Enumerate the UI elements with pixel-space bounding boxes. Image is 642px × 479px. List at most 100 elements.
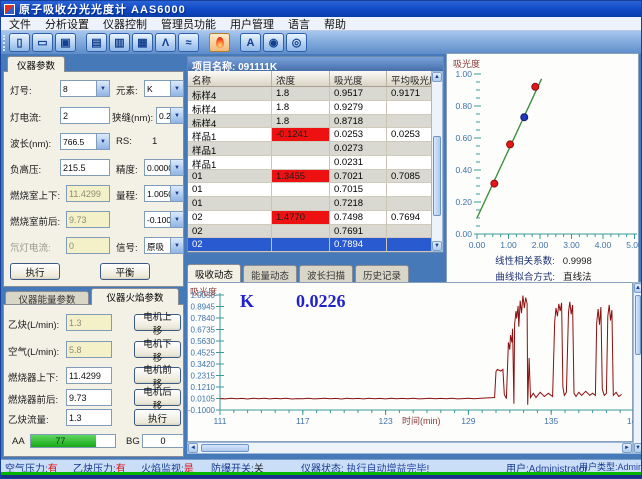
menu-item[interactable]: 帮助: [324, 16, 346, 32]
precision-select[interactable]: 0.0000 ▼: [144, 159, 184, 176]
sample-params-button[interactable]: ▥: [109, 33, 130, 52]
execute-button[interactable]: 执行: [10, 263, 60, 280]
table-row[interactable]: 011.34550.70210.7085: [188, 170, 431, 184]
menu-item[interactable]: 用户管理: [230, 16, 274, 32]
acetylene-flow-input[interactable]: [66, 409, 112, 426]
column-header-conc: 浓度: [272, 71, 330, 86]
scroll-right-icon[interactable]: ►: [622, 443, 632, 453]
signal-smooth-button[interactable]: ≈: [178, 33, 199, 52]
toolbar: ▯ ▭▣ ▤▥ ▦ Λ≈ A◉ ◎: [1, 31, 642, 54]
about-button[interactable]: ◎: [286, 33, 307, 52]
cell-conc: 1.8: [272, 101, 330, 115]
column-header-abs: 吸光度: [330, 71, 387, 86]
dynamics-v-thumb[interactable]: [635, 295, 641, 355]
tab-energy-params[interactable]: 仪器能量参数: [5, 291, 89, 305]
svg-text:135: 135: [544, 416, 558, 426]
table-row[interactable]: 020.7894: [188, 238, 431, 252]
menu-item[interactable]: 分析设置: [45, 16, 89, 32]
table-row[interactable]: 020.7691: [188, 225, 431, 239]
table-row[interactable]: 021.47700.74980.7694: [188, 211, 431, 225]
peak-profile-button[interactable]: Λ: [155, 33, 176, 52]
measure-table-icon: ▦: [137, 36, 147, 49]
chevron-down-icon[interactable]: ▼: [170, 160, 183, 175]
tab-absorption-dynamic[interactable]: 吸收动态: [187, 264, 241, 282]
tab-history[interactable]: 历史记录: [355, 265, 409, 282]
cell-abs: 0.9517: [330, 87, 387, 101]
save-button[interactable]: ▣: [55, 33, 76, 52]
balance-button[interactable]: 平衡: [100, 263, 150, 280]
menu-item[interactable]: 管理员功能: [161, 16, 216, 32]
title-bar: 原子吸收分光光度计 AAS6000: [1, 1, 642, 17]
signal-select[interactable]: 原吸 ▼: [144, 237, 184, 254]
flame-button[interactable]: [209, 33, 230, 52]
table-row[interactable]: 标样41.80.8718: [188, 115, 431, 129]
range2-select[interactable]: -0.1000 ▼: [144, 211, 184, 228]
chevron-down-icon[interactable]: ▼: [96, 81, 109, 96]
element-select[interactable]: K ▼: [144, 80, 184, 97]
table-row[interactable]: 010.7015: [188, 183, 431, 197]
scroll-up-icon[interactable]: ▲: [432, 72, 442, 82]
motor-down-button[interactable]: 电机下移: [134, 341, 181, 358]
svg-text:0.8945: 0.8945: [191, 303, 216, 312]
aa-label: AA: [12, 436, 25, 447]
scroll-up-icon[interactable]: ▲: [634, 283, 642, 293]
table-row[interactable]: 标样41.80.9279: [188, 101, 431, 115]
table-scrollbar[interactable]: ▲ ▼: [431, 71, 443, 252]
chevron-down-icon[interactable]: ▼: [170, 108, 183, 123]
menu-item[interactable]: 语言: [288, 16, 310, 32]
chevron-down-icon[interactable]: ▼: [170, 81, 183, 96]
table-row[interactable]: 010.7218: [188, 197, 431, 211]
motor-fwd-button[interactable]: 电机前移: [134, 367, 181, 384]
menu-item[interactable]: 仪器控制: [103, 16, 147, 32]
open-folder-button[interactable]: ▭: [32, 33, 53, 52]
table-row[interactable]: 标样41.80.95170.9171: [188, 87, 431, 101]
table-scroll-thumb[interactable]: [433, 136, 441, 216]
standard-params-button[interactable]: ▤: [86, 33, 107, 52]
lamp-current-input[interactable]: [60, 107, 110, 124]
scroll-left-icon[interactable]: ◄: [188, 443, 198, 453]
motor-back-button[interactable]: 电机后移: [134, 389, 181, 406]
table-row[interactable]: 样品10.0273: [188, 142, 431, 156]
table-row[interactable]: 样品1-0.12410.02530.0253: [188, 128, 431, 142]
lamp-no-select[interactable]: 8 ▼: [60, 80, 110, 97]
auto-gain-button[interactable]: A: [240, 33, 261, 52]
acetylene-label: 乙炔(L/min):: [8, 317, 59, 331]
dynamics-h-thumb[interactable]: [201, 444, 249, 452]
lamp-button[interactable]: ◉: [263, 33, 284, 52]
svg-text:117: 117: [296, 416, 310, 426]
tab-instrument-params[interactable]: 仪器参数: [7, 56, 65, 72]
cell-conc: 1.3455: [272, 170, 330, 184]
wavelength-select[interactable]: 766.5 ▼: [60, 133, 110, 150]
svg-text:4.00: 4.00: [595, 240, 612, 250]
chevron-down-icon[interactable]: ▼: [96, 134, 109, 149]
tab-energy-dynamic-label: 能量动态: [251, 271, 289, 282]
tab-wavelength-scan[interactable]: 波长扫描: [299, 265, 353, 282]
burner-ud2-input[interactable]: [66, 367, 112, 384]
svg-text:1.00: 1.00: [455, 69, 472, 79]
table-row[interactable]: 样品10.0231: [188, 156, 431, 170]
chevron-down-icon[interactable]: ▼: [170, 212, 183, 227]
scroll-down-icon[interactable]: ▼: [634, 443, 642, 453]
dynamics-h-scrollbar[interactable]: ◄ ►: [187, 442, 633, 454]
scroll-down-icon[interactable]: ▼: [432, 241, 442, 251]
slit-select[interactable]: 0.2 ▼: [156, 107, 184, 124]
tab-flame-params[interactable]: 仪器火焰参数: [91, 288, 179, 305]
bg-value-box: 0: [142, 434, 184, 448]
tab-energy-dynamic[interactable]: 能量动态: [243, 265, 297, 282]
new-file-button[interactable]: ▯: [9, 33, 30, 52]
range-select[interactable]: 1.0050 ▼: [144, 185, 184, 202]
new-file-icon: ▯: [16, 36, 22, 49]
menu-item[interactable]: 文件: [9, 16, 31, 32]
chevron-down-icon[interactable]: ▼: [170, 238, 183, 253]
d2-current-label: 氘灯电流:: [10, 240, 51, 254]
dynamics-v-scrollbar[interactable]: ▲ ▼: [633, 282, 642, 454]
about-icon: ◎: [292, 36, 302, 49]
measure-table-button[interactable]: ▦: [132, 33, 153, 52]
flow-execute-button[interactable]: 执行: [134, 409, 181, 426]
neg-hv-input[interactable]: [60, 159, 110, 176]
chevron-down-icon[interactable]: ▼: [170, 186, 183, 201]
signal-label: 信号:: [116, 240, 138, 254]
element-value: K: [145, 81, 170, 96]
motor-up-button[interactable]: 电机上移: [134, 314, 181, 331]
burner-fb2-input[interactable]: [66, 389, 112, 406]
